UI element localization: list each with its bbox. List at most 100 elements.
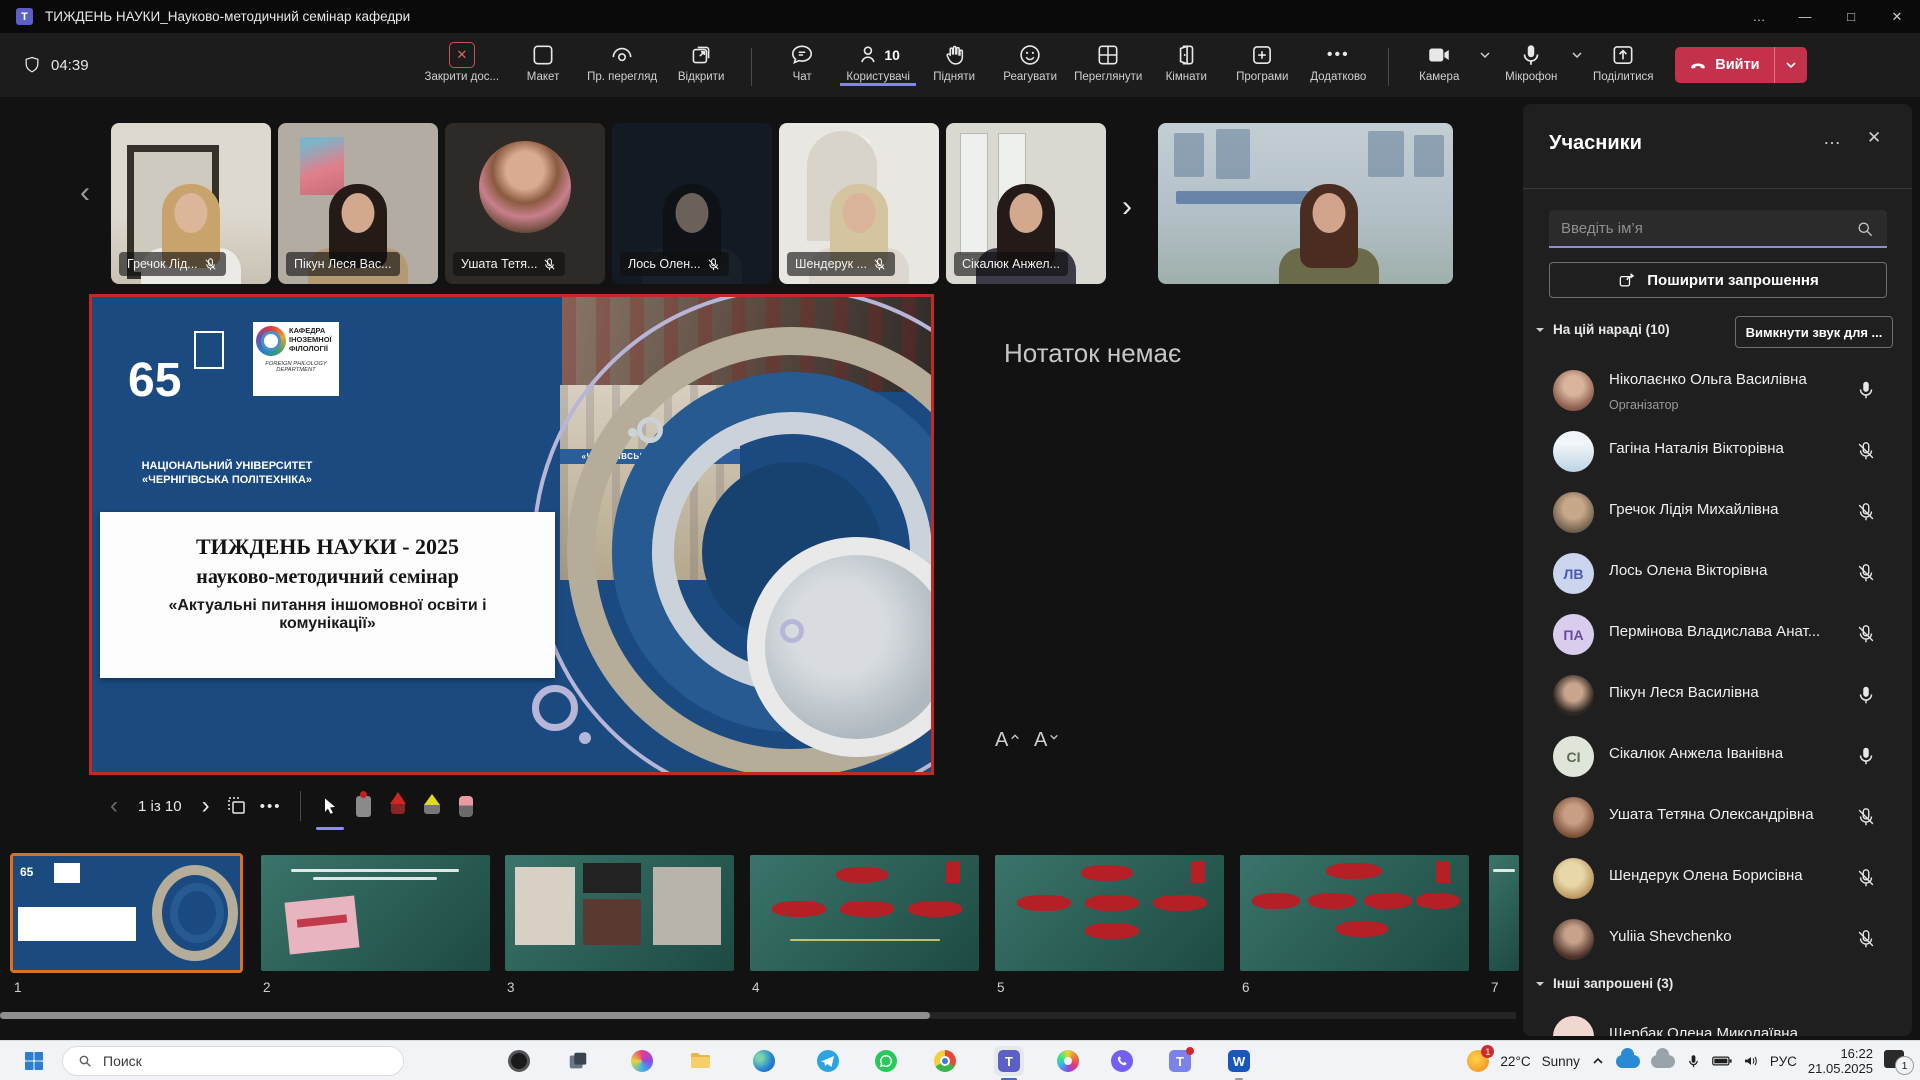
eraser-tool-button[interactable]: [449, 788, 483, 824]
participant-row[interactable]: Yuliia Shevchenko: [1523, 909, 1912, 970]
participant-row[interactable]: ПА Пермінова Владислава Анат...: [1523, 604, 1912, 665]
participant-row[interactable]: СІ Сікалюк Анжела Іванівна: [1523, 726, 1912, 787]
edge-icon[interactable]: [749, 1046, 779, 1076]
minimize-button[interactable]: —: [1782, 0, 1828, 33]
mic-on-icon[interactable]: [1855, 684, 1877, 706]
react-button[interactable]: Реагувати: [992, 39, 1068, 83]
notification-icon[interactable]: 1: [1884, 1050, 1910, 1072]
private-preview-button[interactable]: Пр. перегляд: [581, 39, 663, 83]
maximize-button[interactable]: □: [1828, 0, 1874, 33]
more-button[interactable]: ••• Додатково: [1300, 39, 1376, 83]
camera-chevron-icon[interactable]: [1479, 49, 1491, 61]
next-slide-button[interactable]: ›: [192, 794, 220, 818]
mic-muted-icon[interactable]: [1855, 806, 1877, 828]
apps-button[interactable]: Програми: [1224, 39, 1300, 83]
mic-tray-icon[interactable]: [1686, 1054, 1701, 1069]
participant-row[interactable]: Гречок Лідія Михайлівна: [1523, 482, 1912, 543]
slide-thumbnail[interactable]: [1489, 855, 1519, 971]
more-tools-button[interactable]: •••: [254, 788, 288, 824]
slide-thumbnail[interactable]: [505, 855, 734, 971]
grid-view-button[interactable]: [220, 788, 254, 824]
people-button[interactable]: 10 Користувачі: [840, 39, 916, 86]
view-button[interactable]: Переглянути: [1068, 39, 1148, 83]
leave-button[interactable]: Вийти: [1675, 47, 1806, 83]
laser-tool-button[interactable]: [347, 788, 381, 824]
filmstrip-scrollbar-thumb[interactable]: [0, 1012, 930, 1019]
pen-tool-button[interactable]: [381, 788, 415, 824]
section-in-meeting[interactable]: На цій нараді (10): [1535, 322, 1670, 337]
weather-condition[interactable]: Sunny: [1542, 1054, 1580, 1069]
mic-muted-icon[interactable]: [1855, 867, 1877, 889]
chrome-icon[interactable]: [930, 1046, 960, 1076]
video-tile[interactable]: Ушата Тетя...: [445, 123, 605, 284]
mic-muted-icon[interactable]: [1855, 501, 1877, 523]
section-invited[interactable]: Інші запрошені (3): [1535, 976, 1673, 991]
close-button[interactable]: ✕: [1874, 0, 1920, 33]
mute-all-button[interactable]: Вимкнути звук для ...: [1735, 316, 1893, 348]
slide-thumbnail[interactable]: [261, 855, 490, 971]
speaker-icon[interactable]: [1743, 1054, 1759, 1068]
prev-slide-button[interactable]: ‹: [100, 794, 128, 818]
font-increase-button[interactable]: A: [995, 722, 1029, 752]
strip-next-button[interactable]: ›: [1122, 192, 1132, 222]
camera-button[interactable]: Камера: [1401, 39, 1477, 83]
share-screen-button[interactable]: Поділитися: [1585, 39, 1661, 83]
chat-button[interactable]: Чат: [764, 39, 840, 83]
video-tile[interactable]: Гречок Лід...: [111, 123, 271, 284]
mic-muted-icon[interactable]: [1855, 623, 1877, 645]
rooms-button[interactable]: Кімнати: [1148, 39, 1224, 83]
word-icon[interactable]: W: [1224, 1046, 1254, 1076]
participant-row[interactable]: Ніколаєнко Ольга Василівна Організатор: [1523, 360, 1912, 421]
video-tile[interactable]: Шендерук ...: [779, 123, 939, 284]
highlighter-tool-button[interactable]: [415, 788, 449, 824]
paint-icon[interactable]: [1053, 1046, 1083, 1076]
teams-chat-icon[interactable]: T: [1165, 1046, 1195, 1076]
participant-row[interactable]: Шендерук Олена Борисівна: [1523, 848, 1912, 909]
video-tile[interactable]: Пікун Леся Вас...: [278, 123, 438, 284]
layout-button[interactable]: Макет: [505, 39, 581, 83]
participant-row[interactable]: Пікун Леся Василівна: [1523, 665, 1912, 726]
leave-chevron-icon[interactable]: [1774, 47, 1807, 83]
participant-row[interactable]: Щербак Олена Миколаївна: [1523, 1006, 1912, 1036]
clock[interactable]: 16:22 21.05.2025: [1808, 1046, 1873, 1076]
taskbar-search[interactable]: Поиск: [62, 1046, 404, 1076]
microphone-button[interactable]: Мікрофон: [1493, 39, 1569, 83]
video-tile[interactable]: Лось Олен...: [612, 123, 772, 284]
panel-close-button[interactable]: ✕: [1867, 128, 1881, 148]
telegram-icon[interactable]: [813, 1046, 843, 1076]
mic-muted-icon[interactable]: [1855, 562, 1877, 584]
slide-thumbnail[interactable]: [1240, 855, 1469, 971]
teams-icon[interactable]: T: [994, 1046, 1024, 1076]
battery-icon[interactable]: [1712, 1054, 1732, 1068]
share-invite-button[interactable]: Поширити запрошення: [1549, 262, 1887, 298]
panel-more-button[interactable]: …: [1823, 128, 1843, 149]
strip-prev-button[interactable]: ‹: [80, 178, 90, 208]
weather-icon[interactable]: 1: [1467, 1050, 1489, 1072]
search-input[interactable]: [1549, 210, 1887, 248]
stop-presenting-button[interactable]: ✕ Закрити дос...: [419, 39, 506, 83]
active-speaker-tile[interactable]: [1158, 123, 1453, 284]
mic-on-icon[interactable]: [1855, 745, 1877, 767]
ring-app-icon[interactable]: [504, 1046, 534, 1076]
language-label[interactable]: РУС: [1770, 1054, 1797, 1069]
participant-row[interactable]: Ушата Тетяна Олександрівна: [1523, 787, 1912, 848]
whatsapp-icon[interactable]: [871, 1046, 901, 1076]
participant-row[interactable]: ЛВ Лось Олена Вікторівна: [1523, 543, 1912, 604]
microphone-chevron-icon[interactable]: [1571, 49, 1583, 61]
onedrive-icon[interactable]: [1616, 1055, 1640, 1068]
mic-muted-icon[interactable]: [1855, 440, 1877, 462]
pointer-tool-button[interactable]: [313, 788, 347, 824]
video-tile[interactable]: Сікалюк Анжел...: [946, 123, 1106, 284]
slide-thumbnail[interactable]: [750, 855, 979, 971]
participant-row[interactable]: Гагіна Наталія Вікторівна: [1523, 421, 1912, 482]
raise-hand-button[interactable]: Підняти: [916, 39, 992, 83]
slide-thumbnail[interactable]: 65: [12, 855, 241, 971]
slide-thumbnail[interactable]: [995, 855, 1224, 971]
font-decrease-button[interactable]: A: [1034, 722, 1068, 752]
chevron-up-icon[interactable]: [1591, 1054, 1605, 1068]
task-view-icon[interactable]: [563, 1046, 593, 1076]
popout-button[interactable]: Відкрити: [663, 39, 739, 83]
viber-icon[interactable]: [1107, 1046, 1137, 1076]
mic-muted-icon[interactable]: [1855, 928, 1877, 950]
cloud-icon[interactable]: [1651, 1055, 1675, 1068]
